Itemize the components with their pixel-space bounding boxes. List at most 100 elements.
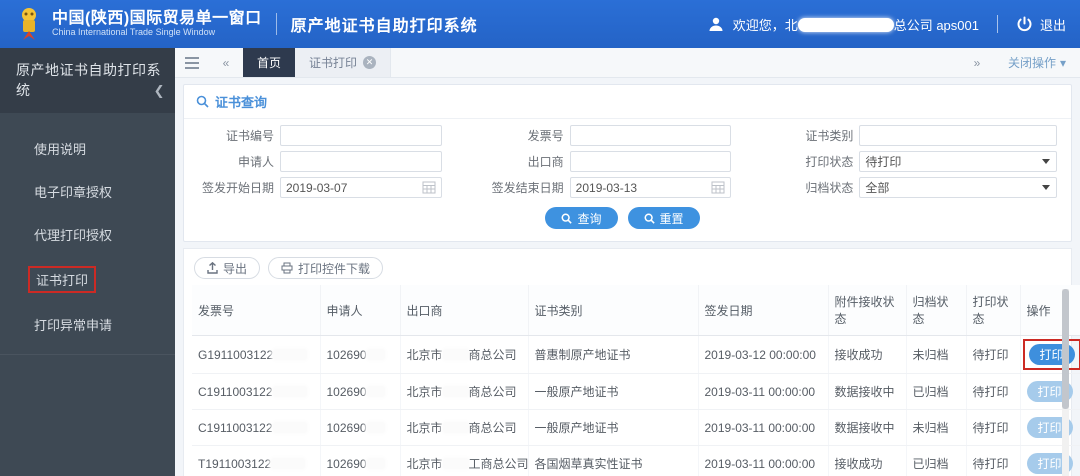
export-button[interactable]: 导出 — [194, 257, 261, 279]
search-button[interactable]: 查询 — [545, 207, 618, 229]
welcome-text: 欢迎您，北 总公司 aps001 — [732, 17, 979, 33]
column-header: 证书类别 — [528, 285, 699, 336]
cell-archive-status: 未归档 — [906, 335, 967, 374]
cell-print-status: 待打印 — [966, 445, 1021, 476]
brand-title: 中国(陕西)国际贸易单一窗口 — [52, 10, 262, 28]
redaction-blob — [366, 457, 385, 469]
table-header-row: 发票号 申请人 出口商 证书类别 签发日期 附件接收状态 归档状态 打印状态 操作 — [192, 285, 1080, 336]
cell-applicant: 102690 — [320, 445, 401, 476]
cell-invoice-no: C1911003122 — [192, 409, 321, 446]
cell-issue-date: 2019-03-11 00:00:00 — [698, 373, 829, 410]
table-row[interactable]: G1911003122 102690 北京市 商总公司 普惠制原产地证书 2019… — [192, 335, 1080, 374]
cell-applicant: 102690 — [320, 409, 401, 446]
cell-attach-status: 数据接收中 — [828, 373, 907, 410]
query-form: 证书编号 发票号 证书类别 申请人 出口商 打印状态 待打印 签发开始日期 20… — [184, 119, 1071, 241]
table-row[interactable]: T1911003122 102690 北京市 工商总公司 各国烟草真实性证书 20… — [192, 445, 1080, 476]
cell-print-status: 待打印 — [966, 335, 1021, 374]
cell-attach-status: 接收成功 — [828, 335, 907, 374]
sidebar-item-3[interactable]: 证书打印 — [0, 256, 175, 303]
redaction-blob — [442, 458, 469, 469]
cell-invoice-no: T1911003122 — [192, 445, 321, 476]
cell-action: 打印 — [1020, 373, 1080, 410]
query-panel-title: 证书查询 — [215, 95, 268, 110]
tab-home[interactable]: 首页 — [243, 48, 296, 77]
sidebar-item-4[interactable]: 打印异常申请 — [0, 303, 175, 346]
cert-no-input[interactable] — [280, 125, 442, 146]
applicant-input[interactable] — [280, 151, 442, 172]
cert-type-input[interactable] — [859, 125, 1058, 146]
cell-invoice-no: G1911003122 — [192, 335, 321, 374]
tab-close-icon[interactable]: ✕ — [363, 56, 377, 69]
cell-cert-type: 一般原产地证书 — [528, 373, 699, 410]
cell-applicant: 102690 — [320, 373, 401, 410]
sidebar-title: 原产地证书自助打印系统 ❮ — [0, 48, 175, 113]
redaction-blob — [272, 385, 307, 397]
archive-status-select[interactable]: 全部 — [859, 177, 1058, 198]
cell-issue-date: 2019-03-12 00:00:00 — [698, 335, 829, 374]
cell-print-status: 待打印 — [966, 409, 1021, 446]
results-toolbar: 导出 打印控件下载 — [184, 249, 1071, 285]
export-icon — [207, 262, 218, 274]
sidebar-collapse-icon[interactable]: ❮ — [154, 82, 165, 101]
exporter-input[interactable] — [569, 151, 732, 172]
cell-exporter: 北京市 工商总公司 — [400, 445, 529, 476]
tab-strip: « 首页 证书打印 ✕ » 关闭操作 ▾ — [175, 48, 1080, 78]
table-row[interactable]: C1911003122 102690 北京市 商总公司 一般原产地证书 2019-… — [192, 409, 1080, 446]
print-status-select[interactable]: 待打印 — [859, 151, 1058, 172]
redaction-blob — [442, 386, 469, 397]
column-header: 归档状态 — [906, 285, 967, 336]
print-control-download-button[interactable]: 打印控件下载 — [268, 257, 384, 279]
column-header: 申请人 — [320, 285, 401, 336]
cell-exporter: 北京市 商总公司 — [400, 409, 529, 446]
sidebar-item-2[interactable]: 代理打印授权 — [0, 213, 175, 256]
column-header: 签发日期 — [698, 285, 829, 336]
redaction-blob — [442, 349, 469, 360]
logout-label: 退出 — [1039, 17, 1066, 33]
column-header: 附件接收状态 — [828, 285, 907, 336]
search-icon — [561, 213, 573, 224]
close-operations-dropdown[interactable]: 关闭操作 ▾ — [994, 54, 1080, 71]
cell-attach-status: 数据接收中 — [828, 409, 907, 446]
redaction-blob — [366, 348, 385, 360]
query-panel-header: 证书查询 — [184, 85, 1071, 119]
select-caret-icon — [1042, 185, 1051, 190]
calendar-icon[interactable] — [711, 181, 725, 194]
sidebar: 原产地证书自助打印系统 ❮ 使用说明 电子印章授权 代理打印授权 证书打印 打印异常申请 — [0, 48, 175, 476]
search-icon — [644, 213, 655, 224]
table-body: G1911003122 102690 北京市 商总公司 普惠制原产地证书 2019… — [192, 335, 1080, 476]
printer-icon — [281, 262, 293, 274]
table-row[interactable]: C1911003122 102690 北京市 商总公司 一般原产地证书 2019-… — [192, 373, 1080, 410]
scroll-tabs-right-icon[interactable]: » — [960, 56, 994, 70]
reset-button[interactable]: 重置 — [627, 207, 700, 229]
invoice-no-input[interactable] — [569, 125, 732, 146]
sidebar-item-0[interactable]: 使用说明 — [0, 127, 175, 170]
sidebar-item-1[interactable]: 电子印章授权 — [0, 170, 175, 213]
select-caret-icon — [1042, 159, 1051, 164]
menu-toggle-icon[interactable] — [175, 48, 209, 77]
sidebar-menu: 使用说明 电子印章授权 代理打印授权 证书打印 打印异常申请 — [0, 113, 175, 346]
calendar-icon[interactable] — [422, 181, 436, 194]
redaction-blob — [797, 17, 894, 32]
column-header: 操作 — [1020, 285, 1080, 336]
cell-cert-type: 普惠制原产地证书 — [528, 335, 699, 374]
end-date-input[interactable]: 2019-03-13 — [569, 177, 732, 198]
start-date-input[interactable]: 2019-03-07 — [280, 177, 442, 198]
redaction-blob — [272, 421, 307, 433]
results-panel: 导出 打印控件下载 发票号 申请人 出口商 证书类别 签发日期 附件接收状态 归档状态 打印状… — [183, 248, 1080, 476]
brand-logo-icon — [22, 8, 36, 40]
scrollbar-thumb[interactable] — [1062, 289, 1069, 409]
column-header: 发票号 — [192, 285, 321, 336]
query-panel: 证书查询 证书编号 发票号 证书类别 申请人 出口商 打印状态 待打印 签发开始… — [183, 84, 1072, 242]
vertical-scrollbar[interactable] — [1062, 289, 1069, 476]
redaction-blob — [366, 421, 385, 433]
power-icon — [1016, 16, 1033, 33]
cell-action: 打印 — [1020, 409, 1080, 446]
logout-button[interactable]: 退出 — [1016, 15, 1066, 34]
brand-subtitle: China International Trade Single Window — [52, 26, 216, 37]
scroll-tabs-left-icon[interactable]: « — [209, 48, 243, 77]
cell-archive-status: 已归档 — [906, 373, 967, 410]
cell-applicant: 102690 — [320, 335, 401, 374]
tab-certificate-print[interactable]: 证书打印 ✕ — [295, 48, 392, 77]
header-divider — [275, 13, 277, 35]
page-title: 原产地证书自助打印系统 — [290, 18, 478, 35]
